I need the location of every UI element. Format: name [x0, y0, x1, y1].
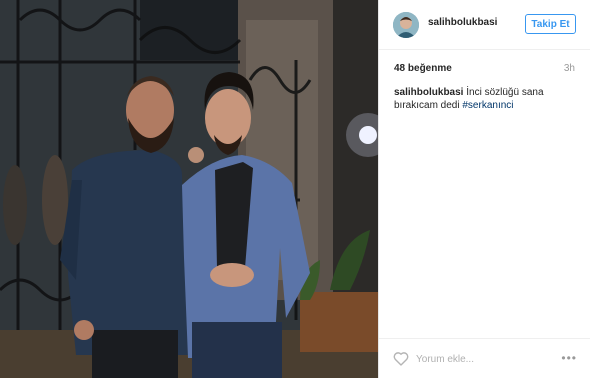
caption-username-link[interactable]: salihbolukbasi — [394, 87, 463, 98]
post-photo-illustration — [0, 0, 378, 378]
post-footer: ••• — [379, 338, 590, 378]
heart-outline-icon[interactable] — [393, 351, 409, 366]
comment-input[interactable] — [416, 351, 556, 367]
likes-count[interactable]: 48 beğenme — [394, 63, 452, 74]
post-side-panel: salihbolukbasi Takip Et 48 beğenme 3h sa… — [378, 0, 590, 378]
caption-hashtag-link[interactable]: #serkanınci — [462, 100, 513, 111]
post-caption: salihbolukbasi İnci sözlüğü sana bırakıc… — [394, 86, 584, 112]
post-header: salihbolukbasi Takip Et — [379, 0, 590, 50]
post-photo[interactable] — [0, 0, 378, 378]
follow-button[interactable]: Takip Et — [525, 14, 576, 34]
ellipsis-icon[interactable]: ••• — [561, 351, 577, 365]
post-timestamp[interactable]: 3h — [564, 63, 575, 74]
header-username-link[interactable]: salihbolukbasi — [428, 17, 497, 28]
avatar[interactable] — [393, 12, 419, 38]
avatar-image — [393, 12, 419, 38]
